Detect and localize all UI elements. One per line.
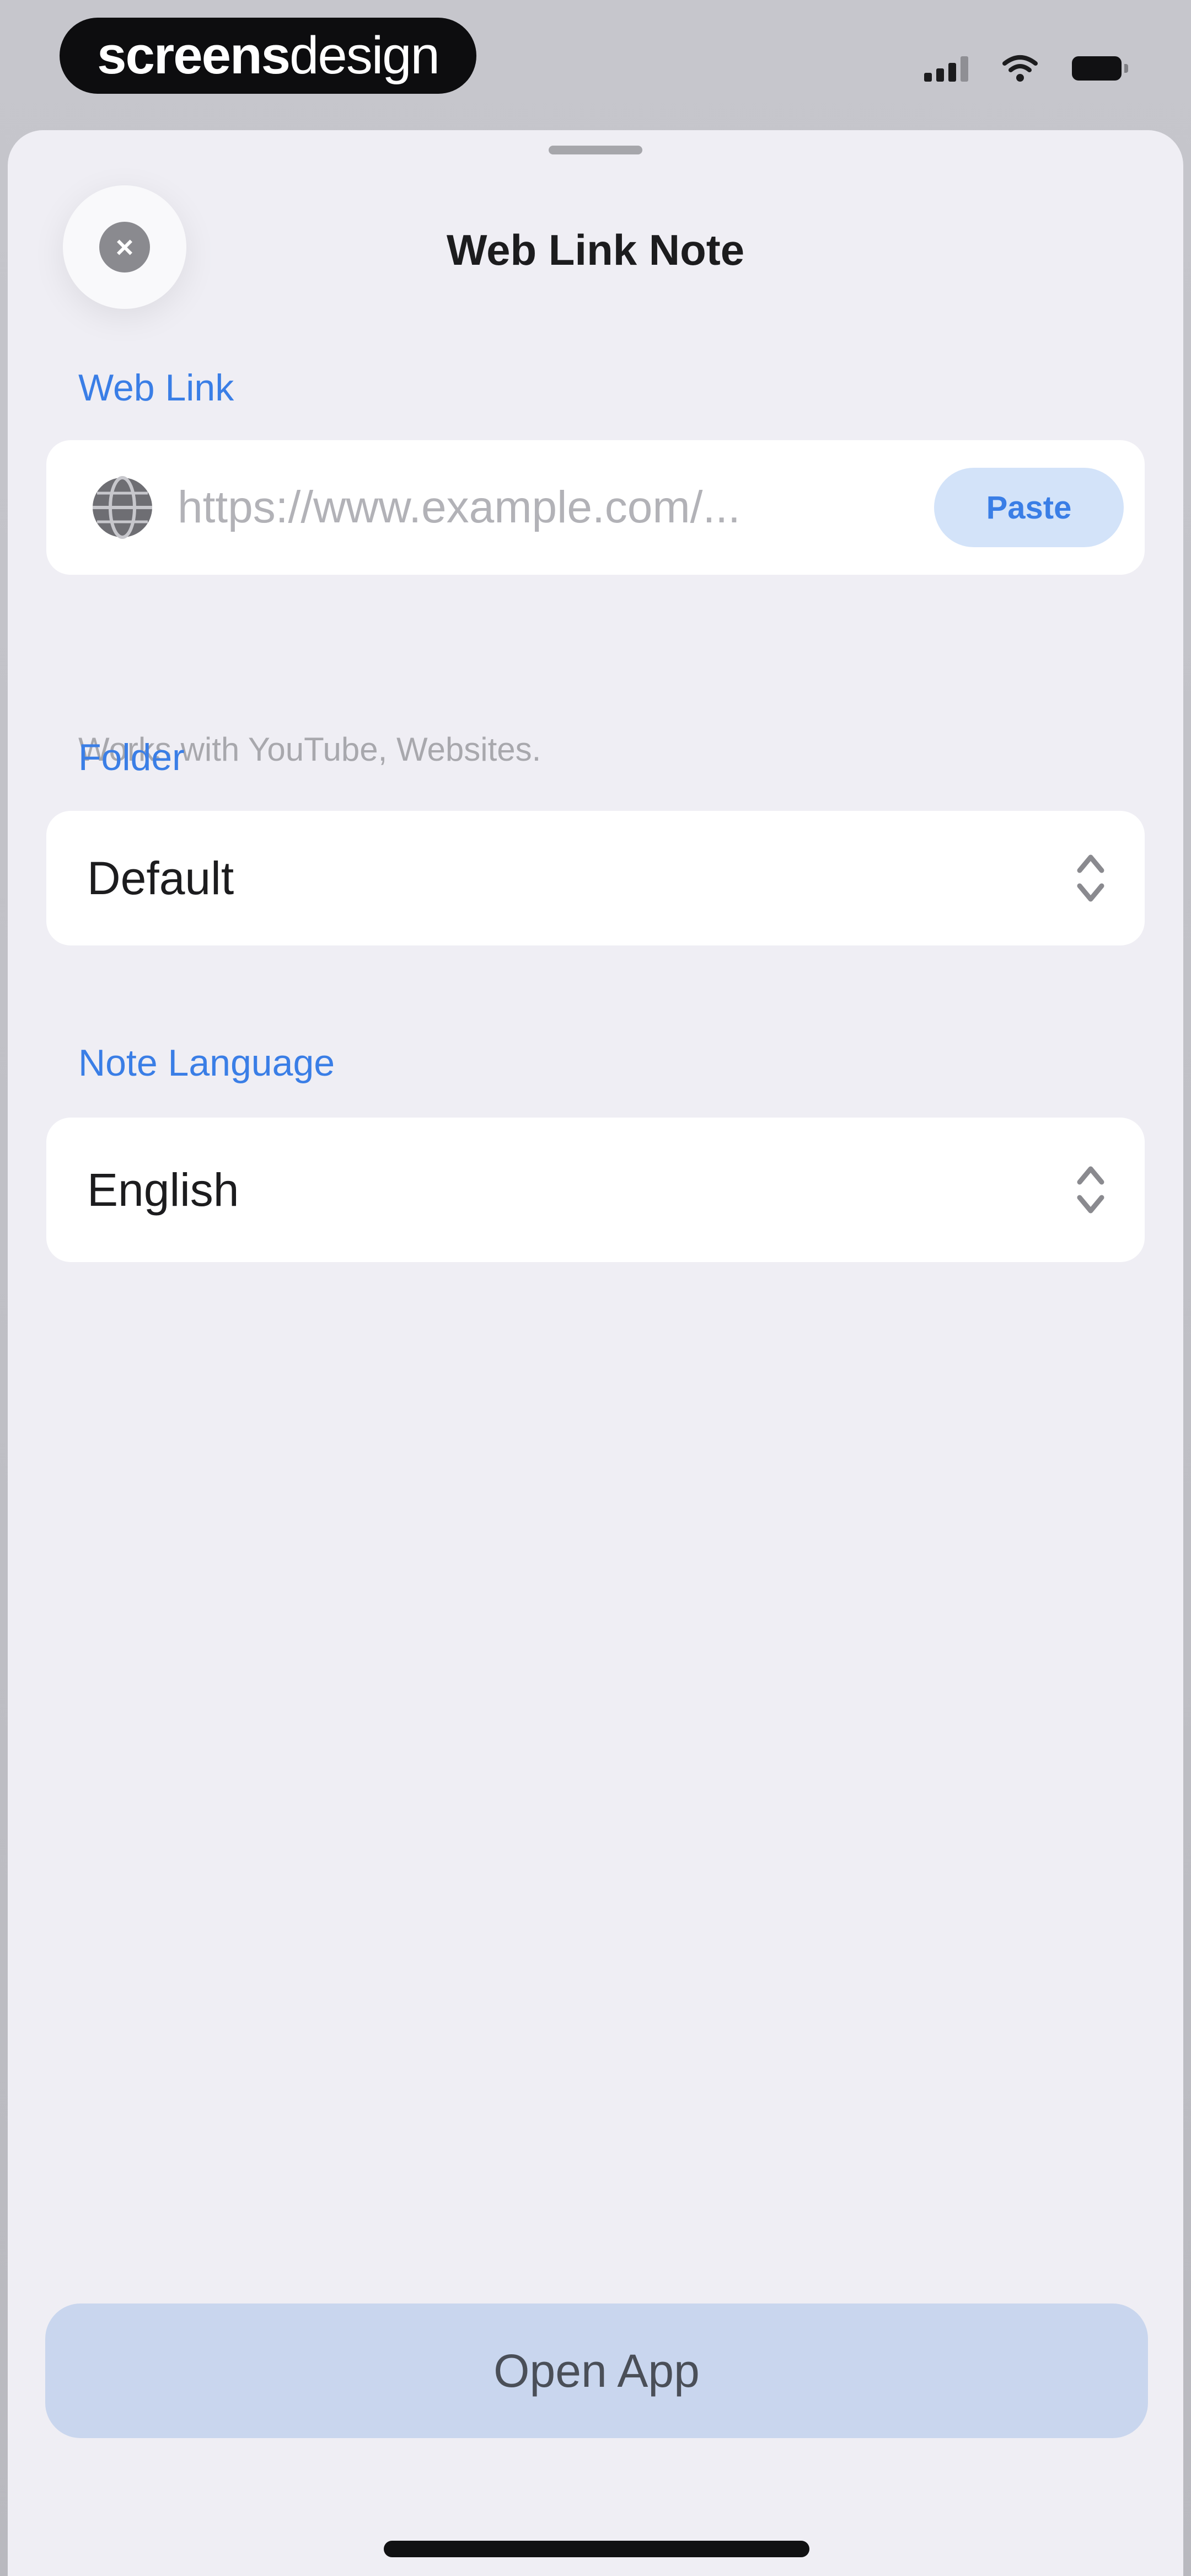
brand-logo-strong: screens	[97, 26, 291, 85]
note-language-select[interactable]: English	[46, 1118, 1145, 1262]
home-indicator	[384, 2541, 809, 2557]
cellular-signal-icon	[924, 55, 968, 82]
note-language-label: Note Language	[78, 1042, 335, 1084]
brand-logo: screens design	[60, 18, 476, 94]
open-app-button[interactable]: Open App	[45, 2304, 1148, 2438]
brand-logo-light: design	[289, 26, 440, 85]
folder-select[interactable]: Default	[46, 811, 1145, 945]
folder-select-value: Default	[87, 852, 234, 904]
status-bar: screens design	[0, 0, 1191, 127]
globe-icon	[93, 476, 152, 539]
sheet-title: Web Link Note	[446, 226, 745, 274]
paste-button[interactable]: Paste	[934, 468, 1124, 547]
status-icons	[924, 51, 1128, 86]
note-language-select-value: English	[87, 1163, 239, 1216]
folder-label: Folder	[78, 736, 185, 778]
web-link-field: Paste	[46, 440, 1145, 575]
wifi-icon	[1002, 55, 1038, 82]
screen: screensdesign × Web Link Note Web Link	[0, 0, 1191, 2576]
battery-icon	[1072, 56, 1128, 81]
chevron-up-down-icon	[1077, 854, 1104, 902]
web-link-label: Web Link	[78, 367, 234, 409]
sheet-grabber[interactable]	[549, 146, 642, 154]
web-link-note-sheet: × Web Link Note Web Link Paste Works wit…	[8, 130, 1183, 2576]
web-link-input[interactable]	[178, 469, 806, 546]
chevron-up-down-icon	[1077, 1166, 1104, 1214]
